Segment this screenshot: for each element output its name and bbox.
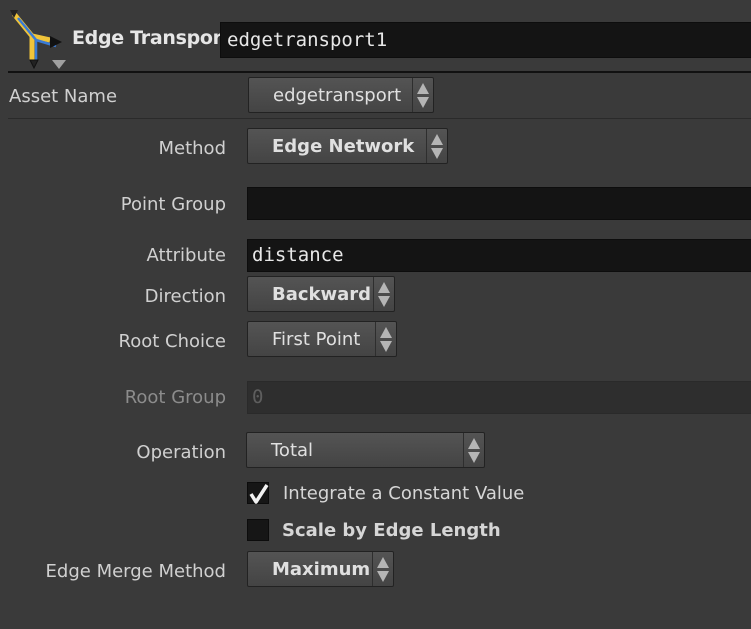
asset-name-menu[interactable]: edgetransport bbox=[248, 77, 434, 113]
integrate-label: Integrate a Constant Value bbox=[283, 483, 525, 504]
asset-name-menu-arrows-icon bbox=[412, 78, 433, 112]
root-group-field: 0 bbox=[247, 381, 751, 414]
root-group-label: Root Group bbox=[124, 387, 226, 408]
node-type-title: Edge Transport bbox=[72, 27, 231, 49]
method-label: Method bbox=[158, 138, 226, 159]
root-choice-label: Root Choice bbox=[118, 331, 226, 352]
header-divider bbox=[8, 71, 751, 73]
operation-menu-arrows-icon bbox=[463, 433, 484, 467]
attribute-field[interactable]: distance bbox=[247, 239, 751, 272]
attribute-label: Attribute bbox=[146, 245, 226, 266]
operation-menu[interactable]: Total bbox=[246, 432, 485, 468]
direction-value: Backward bbox=[272, 283, 372, 305]
checkmark-icon bbox=[249, 484, 269, 504]
asset-name-value: edgetransport bbox=[273, 84, 402, 106]
direction-menu-arrows-icon bbox=[373, 277, 394, 311]
integrate-checkbox[interactable] bbox=[247, 482, 269, 504]
operation-label: Operation bbox=[136, 442, 226, 463]
root-choice-menu-arrows-icon bbox=[375, 322, 396, 356]
operation-value: Total bbox=[271, 439, 314, 461]
point-group-label: Point Group bbox=[120, 194, 226, 215]
edge-merge-label: Edge Merge Method bbox=[45, 561, 226, 582]
asset-divider bbox=[8, 118, 751, 119]
scale-by-edge-checkbox[interactable] bbox=[247, 519, 269, 541]
scale-by-edge-label: Scale by Edge Length bbox=[282, 520, 501, 541]
method-menu-arrows-icon bbox=[426, 129, 447, 163]
asset-name-label: Asset Name bbox=[9, 86, 118, 107]
direction-label: Direction bbox=[144, 286, 226, 307]
direction-menu[interactable]: Backward bbox=[247, 276, 395, 312]
edge-transport-node-icon bbox=[10, 10, 70, 70]
point-group-field[interactable] bbox=[247, 187, 751, 220]
edge-merge-value: Maximum bbox=[272, 558, 371, 580]
root-choice-menu[interactable]: First Point bbox=[247, 321, 397, 357]
root-choice-value: First Point bbox=[272, 328, 361, 350]
method-menu[interactable]: Edge Network bbox=[247, 128, 448, 164]
node-menu-chevron-icon[interactable] bbox=[52, 60, 66, 69]
method-value: Edge Network bbox=[272, 135, 415, 157]
node-name-input[interactable]: edgetransport1 bbox=[220, 22, 751, 58]
edge-merge-menu-arrows-icon bbox=[372, 552, 393, 586]
edge-merge-menu[interactable]: Maximum bbox=[247, 551, 394, 587]
